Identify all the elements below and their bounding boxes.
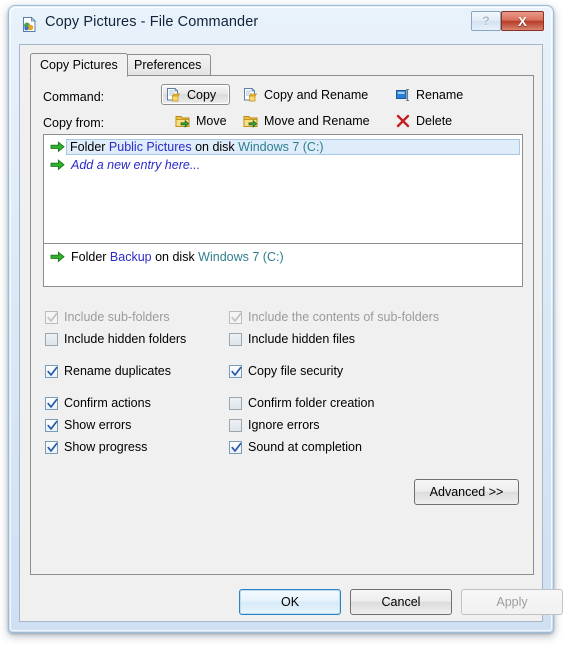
checkbox-ignore-errors[interactable]: Ignore errors (229, 418, 320, 432)
check-mark-icon (47, 442, 58, 454)
copy-from-disk: Windows 7 (C:) (238, 140, 324, 154)
check-mark-icon (231, 366, 242, 378)
copy-to-disk: Windows 7 (C:) (198, 250, 284, 264)
copy-to-prefix: Folder (71, 250, 110, 264)
command-copy-and-rename-label: Copy and Rename (264, 87, 369, 102)
green-arrow-icon (50, 140, 66, 154)
check-mark-icon (231, 312, 242, 324)
copy-from-add-new-label: Add a new entry here... (71, 158, 201, 172)
title-bar[interactable]: Copy Pictures - File Commander ? X (9, 6, 553, 44)
checkbox-box (45, 440, 58, 454)
checkbox-sound-at-completion[interactable]: Sound at completion (229, 440, 362, 454)
command-delete[interactable]: Delete (391, 110, 456, 131)
checkbox-show-progress[interactable]: Show progress (45, 440, 147, 454)
checkbox-box (45, 364, 58, 378)
checkbox-box (229, 440, 242, 454)
copy-rename-icon (243, 87, 259, 103)
checkbox-copy-file-security[interactable]: Copy file security (229, 364, 343, 378)
command-copy-label: Copy (187, 87, 217, 102)
checkbox-box (45, 310, 58, 324)
tab-strip: Copy Pictures Preferences (30, 53, 534, 77)
ok-button[interactable]: OK (239, 589, 341, 615)
dialog-client-area: Copy Pictures Preferences Command: Copy … (19, 44, 563, 622)
checkbox-box (229, 396, 242, 410)
checkbox-label: Show errors (64, 418, 132, 432)
command-rename[interactable]: Rename (391, 84, 467, 105)
window-title: Copy Pictures - File Commander (45, 14, 259, 30)
copy-to-middle: on disk (151, 250, 199, 264)
copy-pictures-dialog: Copy Pictures - File Commander ? X Copy … (8, 5, 563, 633)
copy-to-listbox[interactable]: Folder Backup on disk Windows 7 (C:) (43, 243, 523, 287)
checkbox-label: Rename duplicates (64, 364, 172, 378)
advanced-button[interactable]: Advanced >> (414, 479, 519, 505)
tab-copy-pictures[interactable]: Copy Pictures (30, 53, 128, 77)
checkbox-label: Copy file security (248, 364, 344, 378)
checkbox-label: Include hidden files (248, 332, 356, 346)
copy-from-prefix: Folder (70, 140, 109, 154)
command-move[interactable]: Move (171, 110, 231, 131)
copy-from-middle: on disk (191, 140, 239, 154)
close-button[interactable]: X (501, 11, 544, 31)
command-move-label: Move (196, 113, 227, 128)
check-mark-icon (47, 312, 58, 324)
command-label: Command: (43, 90, 105, 104)
check-mark-icon (47, 420, 58, 432)
checkbox-include-hidden-files[interactable]: Include hidden files (229, 332, 355, 346)
checkbox-confirm-actions[interactable]: Confirm actions (45, 396, 151, 410)
green-arrow-icon (50, 158, 66, 172)
copy-to-entry-row[interactable]: Folder Backup on disk Windows 7 (C:) (44, 248, 522, 266)
checkbox-rename-duplicates[interactable]: Rename duplicates (45, 364, 171, 378)
cancel-button[interactable]: Cancel (350, 589, 452, 615)
checkbox-label: Confirm actions (64, 396, 151, 410)
checkbox-confirm-folder-creation[interactable]: Confirm folder creation (229, 396, 374, 410)
move-icon (175, 113, 191, 129)
copy-from-add-new-row[interactable]: Add a new entry here... (44, 156, 522, 174)
checkbox-label: Include hidden folders (64, 332, 187, 346)
move-rename-icon (243, 113, 259, 129)
command-move-and-rename[interactable]: Move and Rename (239, 110, 374, 131)
checkbox-include-sub-folders[interactable]: Include sub-folders (45, 310, 170, 324)
command-move-and-rename-label: Move and Rename (264, 113, 370, 128)
apply-button: Apply (461, 589, 563, 615)
command-copy-and-rename[interactable]: Copy and Rename (239, 84, 372, 105)
help-button[interactable]: ? (471, 11, 501, 31)
checkbox-box (229, 364, 242, 378)
delete-icon (395, 113, 411, 129)
copy-pictures-icon (21, 16, 38, 33)
copy-from-entry-row[interactable]: Folder Public Pictures on disk Windows 7… (44, 138, 522, 156)
checkbox-box (45, 396, 58, 410)
checkbox-box (229, 332, 242, 346)
checkbox-box (45, 418, 58, 432)
copy-to-folder: Backup (109, 250, 152, 264)
rename-icon (395, 87, 411, 103)
checkbox-include-hidden-folders[interactable]: Include hidden folders (45, 332, 186, 346)
tab-preferences[interactable]: Preferences (124, 54, 212, 76)
checkbox-show-errors[interactable]: Show errors (45, 418, 131, 432)
checkbox-include-contents-of-sub-folders[interactable]: Include the contents of sub-folders (229, 310, 439, 324)
checkbox-label: Sound at completion (248, 440, 362, 454)
green-arrow-icon (50, 250, 66, 264)
command-delete-label: Delete (416, 113, 453, 128)
check-mark-icon (231, 442, 242, 454)
command-rename-label: Rename (416, 87, 464, 102)
checkbox-box (229, 418, 242, 432)
checkbox-label: Include the contents of sub-folders (248, 310, 440, 324)
checkbox-label: Include sub-folders (64, 310, 170, 324)
checkbox-box (45, 332, 58, 346)
copy-icon (166, 87, 182, 103)
checkbox-label: Confirm folder creation (248, 396, 375, 410)
check-mark-icon (47, 398, 58, 410)
checkbox-box (229, 310, 242, 324)
checkbox-label: Show progress (64, 440, 148, 454)
copy-from-listbox[interactable]: Folder Public Pictures on disk Windows 7… (43, 134, 523, 246)
desktop-background: Copy Pictures - File Commander ? X Copy … (0, 0, 570, 654)
copy-from-label: Copy from: (43, 116, 105, 130)
tab-page-copy-pictures: Command: Copy from: Copy to: Cop (30, 75, 534, 575)
check-mark-icon (47, 366, 58, 378)
checkbox-label: Ignore errors (248, 418, 320, 432)
copy-from-folder: Public Pictures (108, 140, 192, 154)
command-copy[interactable]: Copy (161, 84, 230, 105)
